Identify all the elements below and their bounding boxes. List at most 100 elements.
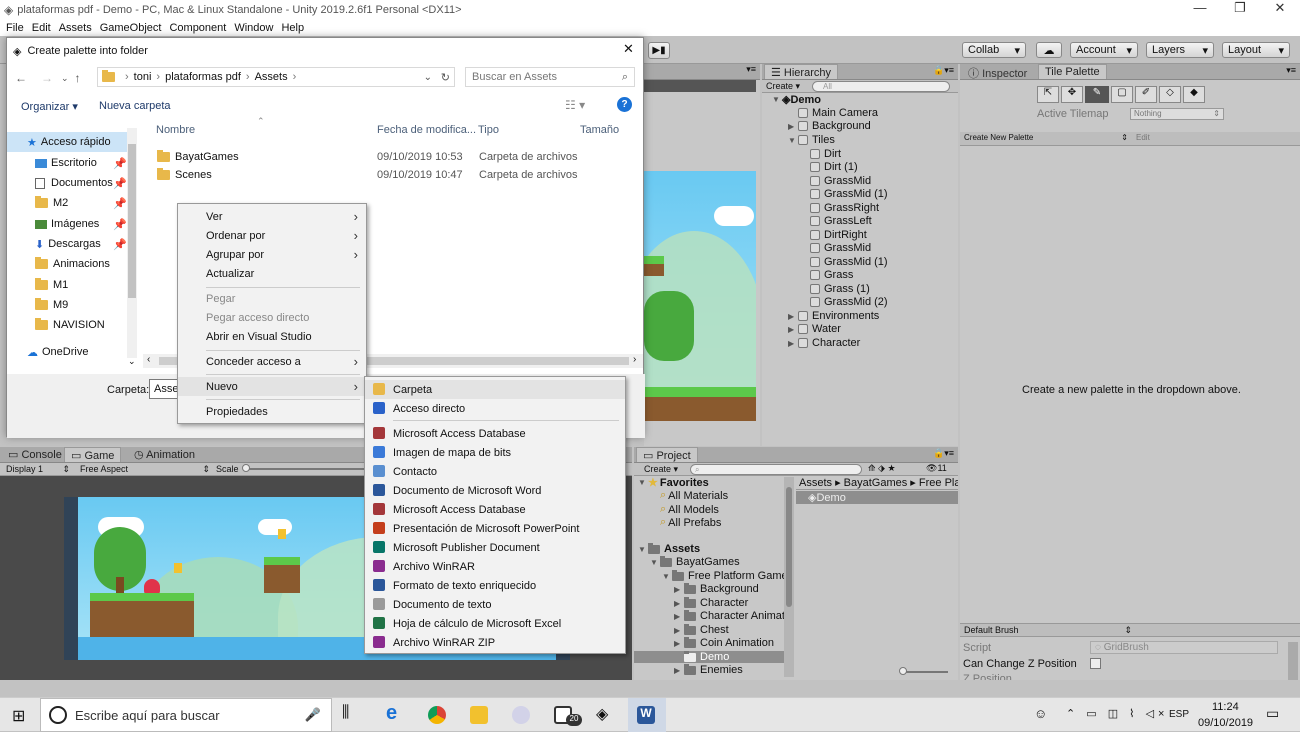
hierarchy-item[interactable]: GrassMid — [810, 175, 871, 187]
hierarchy-item[interactable]: ▼ Tiles — [788, 134, 835, 146]
hierarchy-item[interactable]: Main Camera — [798, 107, 878, 119]
scale-slider[interactable] — [244, 468, 364, 470]
project-folder[interactable]: ▶ Background — [674, 582, 759, 595]
up-icon[interactable]: ↑ — [75, 71, 81, 85]
notifications-icon[interactable]: ▭ — [1266, 705, 1279, 722]
new-submenu-item[interactable]: Formato de texto enriquecido — [365, 576, 625, 595]
favorite-item[interactable]: ⌕ All Models — [660, 503, 719, 516]
taskbar-search-input[interactable]: Escribe aquí para buscar 🎤 — [40, 698, 332, 732]
file-row[interactable]: Scenes 09/10/2019 10:47 Carpeta de archi… — [157, 167, 637, 183]
collab-button[interactable]: Collab ▾ — [962, 42, 1026, 58]
menu-item-nuevo[interactable]: Nuevo › — [178, 377, 366, 396]
hierarchy-item[interactable]: GrassLeft — [810, 215, 872, 227]
layout-button[interactable]: Layout ▾ — [1222, 42, 1290, 58]
favorites-header[interactable]: ▼ ★ Favorites — [638, 476, 709, 490]
tab-hierarchy[interactable]: ☰ Hierarchy — [764, 64, 838, 79]
nav-quick-access[interactable]: ★ Acceso rápido — [7, 132, 137, 152]
nav-item[interactable]: Animacions — [7, 254, 137, 274]
hierarchy-item[interactable]: Grass (1) — [810, 283, 870, 295]
back-icon[interactable]: ← — [15, 71, 27, 85]
menu-item-agrupar-por[interactable]: Agrupar por › — [178, 245, 366, 264]
favorite-item[interactable]: ⌕ All Materials — [660, 489, 728, 502]
view-options-icon[interactable]: ☷ ▾ — [565, 98, 585, 112]
favorite-item[interactable]: ⌕ All Prefabs — [660, 516, 721, 529]
menu-item-actualizar[interactable]: Actualizar — [178, 264, 366, 283]
hierarchy-item[interactable]: GrassMid (1) — [810, 188, 888, 200]
tab-console[interactable]: ▭ Console — [2, 447, 68, 462]
file-explorer-icon[interactable] — [470, 706, 488, 724]
new-submenu-item[interactable]: Imagen de mapa de bits — [365, 443, 625, 462]
new-submenu-item[interactable]: Carpeta — [365, 380, 625, 399]
scroll-down-icon[interactable]: ⌄ — [128, 356, 136, 367]
restore-icon[interactable]: ❐ — [1220, 0, 1260, 16]
menu-item-ordenar-por[interactable]: Ordenar por › — [178, 226, 366, 245]
address-bar[interactable]: › toni › plataformas pdf › Assets › ⌄ ↻ — [97, 67, 455, 87]
word-icon[interactable]: W — [637, 706, 655, 724]
asset-demo-scene[interactable]: ◈ Demo — [796, 491, 958, 504]
new-submenu-item[interactable]: Documento de Microsoft Word — [365, 481, 625, 500]
hierarchy-item[interactable]: ▶ Water — [788, 323, 841, 335]
filter-icons[interactable]: ⟰ ⬗ ★ — [868, 463, 896, 474]
windows-start-icon[interactable]: ⊞ — [12, 706, 25, 726]
menu-item-ver[interactable]: Ver › — [178, 207, 366, 226]
hierarchy-item[interactable]: GrassRight — [810, 202, 879, 214]
hierarchy-item[interactable]: GrassMid — [810, 242, 871, 254]
project-folder[interactable]: ▶ Chest — [674, 623, 729, 636]
menu-help[interactable]: Help — [281, 22, 304, 34]
project-folder[interactable]: ▶ Enemies — [674, 663, 743, 676]
nav-item[interactable]: M9 — [7, 295, 137, 315]
new-submenu-item[interactable]: Microsoft Access Database — [365, 500, 625, 519]
scene-view-canvas[interactable] — [644, 171, 756, 421]
task-view-icon[interactable]: ⫼ — [342, 704, 349, 722]
search-field[interactable]: Buscar en Assets ⌕ — [465, 67, 635, 87]
icon-size-slider[interactable] — [902, 671, 948, 673]
new-submenu-item[interactable]: Archivo WinRAR ZIP — [365, 633, 625, 652]
new-submenu-item[interactable]: Acceso directo — [365, 399, 625, 418]
move-tool-icon[interactable]: ✥ — [1061, 86, 1083, 103]
menu-edit[interactable]: Edit — [32, 22, 51, 34]
can-change-z-checkbox[interactable] — [1090, 658, 1101, 669]
column-date[interactable]: Fecha de modifica... — [377, 124, 476, 136]
hierarchy-search-input[interactable]: All — [812, 81, 950, 92]
clock-time[interactable]: 11:24 — [1212, 701, 1239, 713]
new-submenu-item[interactable]: Microsoft Access Database — [365, 424, 625, 443]
new-submenu-item[interactable]: Documento de texto — [365, 595, 625, 614]
menu-assets[interactable]: Assets — [59, 22, 92, 34]
column-name[interactable]: Nombre — [156, 124, 195, 136]
project-folder[interactable]: ▶ Coin Animation — [674, 636, 774, 649]
close-icon[interactable]: ✕ — [1260, 0, 1300, 16]
tab-animation[interactable]: ◷ Animation — [128, 447, 201, 462]
nav-item[interactable]: Escritorio 📌 — [7, 153, 137, 173]
project-folder-selected[interactable]: Demo — [634, 650, 784, 663]
step-button[interactable]: ▶▮ — [648, 42, 670, 59]
path-segment[interactable]: toni — [134, 71, 152, 83]
refresh-icon[interactable]: ↻ — [441, 71, 450, 84]
tab-project[interactable]: ▭ Project — [636, 447, 698, 462]
new-submenu-item[interactable]: Contacto — [365, 462, 625, 481]
box-fill-tool-icon[interactable]: ▢ — [1111, 86, 1133, 103]
address-dropdown-icon[interactable]: ⌄ — [424, 72, 432, 83]
menu-item-abrir-visual-studio[interactable]: Abrir en Visual Studio — [178, 327, 366, 346]
new-submenu-item[interactable]: Archivo WinRAR — [365, 557, 625, 576]
new-folder-button[interactable]: Nueva carpeta — [99, 100, 171, 112]
nav-item[interactable]: M2 📌 — [7, 193, 137, 213]
hierarchy-item[interactable]: DirtRight — [810, 229, 867, 241]
nav-item[interactable]: ⬇ Descargas 📌 — [7, 234, 137, 254]
nav-item[interactable]: Imágenes 📌 — [7, 214, 137, 234]
aspect-dropdown[interactable]: Free Aspect ⇕ — [80, 464, 210, 474]
nav-item[interactable]: Documentos 📌 — [7, 173, 137, 193]
tab-tile-palette[interactable]: Tile Palette — [1038, 64, 1107, 79]
assets-root[interactable]: ▼ Assets — [638, 542, 700, 555]
paint-icon[interactable] — [512, 706, 530, 724]
nav-item[interactable]: NAVISION — [7, 315, 137, 335]
column-size[interactable]: Tamaño — [580, 124, 619, 136]
column-type[interactable]: Tipo — [478, 124, 499, 136]
hierarchy-create-button[interactable]: Create ▾ — [766, 81, 800, 92]
new-submenu-item[interactable]: Presentación de Microsoft PowerPoint — [365, 519, 625, 538]
menu-window[interactable]: Window — [234, 22, 273, 34]
hierarchy-item[interactable]: Dirt — [810, 148, 841, 160]
default-brush-dropdown[interactable]: Default Brush ⇕ — [964, 625, 1132, 635]
people-icon[interactable]: ☺ — [1034, 706, 1047, 721]
path-segment[interactable]: Assets — [255, 71, 288, 83]
dialog-close-icon[interactable]: ✕ — [623, 41, 634, 57]
